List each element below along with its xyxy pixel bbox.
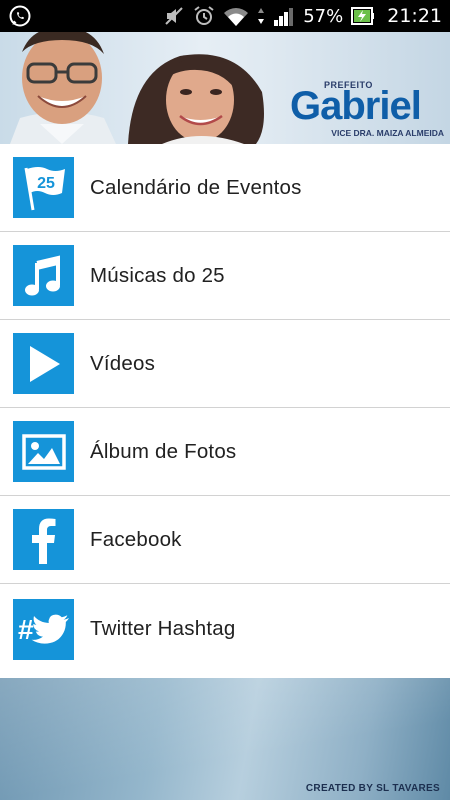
menu-item-facebook[interactable]: Facebook: [0, 496, 450, 584]
brand-vice: VICE DRA. MAIZA ALMEIDA: [331, 128, 444, 138]
menu-label-facebook: Facebook: [90, 527, 182, 551]
mute-icon: [163, 5, 185, 27]
menu-item-music[interactable]: Músicas do 25: [0, 232, 450, 320]
whatsapp-icon: [8, 4, 32, 28]
calendar-flag-icon: 25: [13, 157, 74, 218]
status-right: 57% 21:21: [163, 5, 442, 27]
data-arrows-icon: [257, 6, 265, 26]
footer: CREATED BY SL TAVARES: [0, 678, 450, 800]
candidates-photo: [10, 32, 264, 144]
battery-charging-icon: [351, 5, 375, 27]
menu-item-photo-album[interactable]: Álbum de Fotos: [0, 408, 450, 496]
candidate-brand: PREFEITO Gabriel VICE DRA. MAIZA ALMEIDA: [276, 74, 446, 140]
status-left: [8, 4, 32, 28]
battery-percent: 57%: [303, 5, 344, 27]
menu-label-music: Músicas do 25: [90, 263, 225, 287]
play-icon: [13, 333, 74, 394]
twitter-hashtag-icon: #: [13, 598, 74, 660]
menu-label-photo-album: Álbum de Fotos: [90, 439, 237, 463]
svg-text:#: #: [18, 614, 34, 645]
menu-item-videos[interactable]: Vídeos: [0, 320, 450, 408]
menu-item-twitter-hashtag[interactable]: # Twitter Hashtag: [0, 584, 450, 674]
signal-icon: [273, 5, 295, 27]
main-menu: 25 Calendário de Eventos Músicas do 25 V…: [0, 144, 450, 674]
menu-label-twitter-hashtag: Twitter Hashtag: [90, 617, 236, 640]
music-note-icon: [13, 245, 74, 306]
alarm-icon: [193, 5, 215, 27]
footer-background: [0, 678, 450, 800]
status-bar: 57% 21:21: [0, 0, 450, 32]
menu-label-calendar: Calendário de Eventos: [90, 175, 302, 199]
menu-item-calendar[interactable]: 25 Calendário de Eventos: [0, 144, 450, 232]
brand-name: Gabriel: [290, 84, 422, 128]
footer-credit: CREATED BY SL TAVARES: [305, 783, 440, 794]
wifi-icon: [223, 5, 249, 27]
clock: 21:21: [387, 5, 442, 27]
photo-album-icon: [13, 421, 74, 482]
facebook-icon: [13, 509, 74, 570]
menu-label-videos: Vídeos: [90, 351, 156, 375]
calendar-icon-text: 25: [37, 175, 55, 192]
campaign-banner: PREFEITO Gabriel VICE DRA. MAIZA ALMEIDA: [0, 32, 450, 144]
